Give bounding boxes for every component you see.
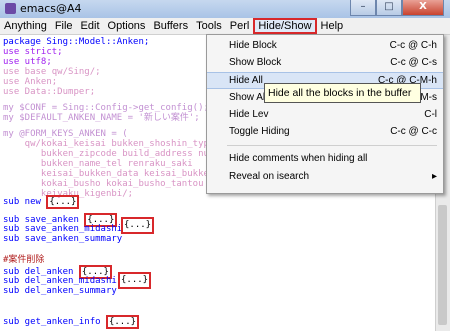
folded-block-group[interactable]: {...} bbox=[118, 272, 152, 289]
window-controls: – □ X bbox=[350, 0, 444, 16]
menu-item-hide-comments[interactable]: Hide comments when hiding all bbox=[207, 150, 443, 167]
menu-tools[interactable]: Tools bbox=[192, 19, 226, 34]
title-bar: emacs@A4 – □ X bbox=[0, 0, 450, 19]
code-line: sub del_anken_midashi bbox=[3, 276, 123, 286]
code-line: sub save_anken_summary bbox=[3, 234, 128, 244]
menu-separator bbox=[227, 145, 437, 146]
code-line: use Data::Dumper; bbox=[3, 87, 96, 97]
code-line: my @FORM_KEYS_ANKEN = ( bbox=[3, 129, 128, 139]
submenu-arrow-icon: ▸ bbox=[431, 171, 437, 182]
folded-block[interactable]: {...} bbox=[105, 315, 140, 329]
code-line: qw/kokai_keisai bukken_shoshin_type ti bbox=[3, 139, 231, 149]
emacs-icon bbox=[5, 3, 16, 14]
menu-bar: Anything File Edit Options Buffers Tools… bbox=[0, 18, 450, 35]
menu-help[interactable]: Help bbox=[317, 19, 348, 34]
menu-item-hide-level[interactable]: Hide Lev C-l bbox=[207, 106, 443, 123]
close-button[interactable]: X bbox=[402, 0, 444, 16]
menu-item-hide-block[interactable]: Hide Block C-c @ C-h bbox=[207, 37, 443, 54]
code-line: my $CONF = Sing::Config->get_config(); bbox=[3, 103, 209, 113]
maximize-button[interactable]: □ bbox=[376, 0, 402, 16]
code-line: sub del_anken_summary bbox=[3, 286, 123, 296]
code-line: #案件削除 bbox=[3, 255, 45, 265]
code-line: use Anken; bbox=[3, 77, 58, 87]
window-title: emacs@A4 bbox=[20, 2, 82, 15]
code-line: sub save_anken_midashi bbox=[3, 224, 128, 234]
tooltip: Hide all the blocks in the buffer bbox=[264, 83, 421, 103]
hide-show-menu: Hide Block C-c @ C-h Show Block C-c @ C-… bbox=[206, 34, 444, 194]
folded-block-group[interactable]: {...} bbox=[121, 217, 155, 234]
minimize-button[interactable]: – bbox=[350, 0, 376, 16]
code-line: my $DEFAULT_ANKEN_NAME = '新しい案件'; bbox=[3, 113, 200, 123]
code-line: use base qw/Sing/; bbox=[3, 67, 101, 77]
menu-options[interactable]: Options bbox=[104, 19, 150, 34]
code-line: package Sing::Model::Anken; bbox=[3, 37, 150, 47]
code-line: use strict; bbox=[3, 47, 63, 57]
folded-block[interactable]: {...} bbox=[46, 195, 80, 209]
menu-buffers[interactable]: Buffers bbox=[149, 19, 192, 34]
menu-item-show-block[interactable]: Show Block C-c @ C-s bbox=[207, 54, 443, 71]
menu-anything[interactable]: Anything bbox=[0, 19, 51, 34]
scrollbar-thumb[interactable] bbox=[438, 205, 447, 325]
code-line: use utf8; bbox=[3, 57, 52, 67]
menu-file[interactable]: File bbox=[51, 19, 77, 34]
menu-item-reveal-on-isearch[interactable]: Reveal on isearch ▸ bbox=[207, 168, 443, 185]
menu-perl[interactable]: Perl bbox=[226, 19, 254, 34]
menu-item-toggle-hiding[interactable]: Toggle Hiding C-c @ C-c bbox=[207, 123, 443, 140]
code-line: sub new {...} bbox=[3, 195, 80, 209]
code-line: sub get_anken_info {...} bbox=[3, 315, 140, 329]
menu-edit[interactable]: Edit bbox=[77, 19, 104, 34]
menu-hide-show[interactable]: Hide/Show bbox=[253, 18, 317, 34]
code-line: bukken_name_tel renraku_saki bbox=[3, 159, 193, 169]
